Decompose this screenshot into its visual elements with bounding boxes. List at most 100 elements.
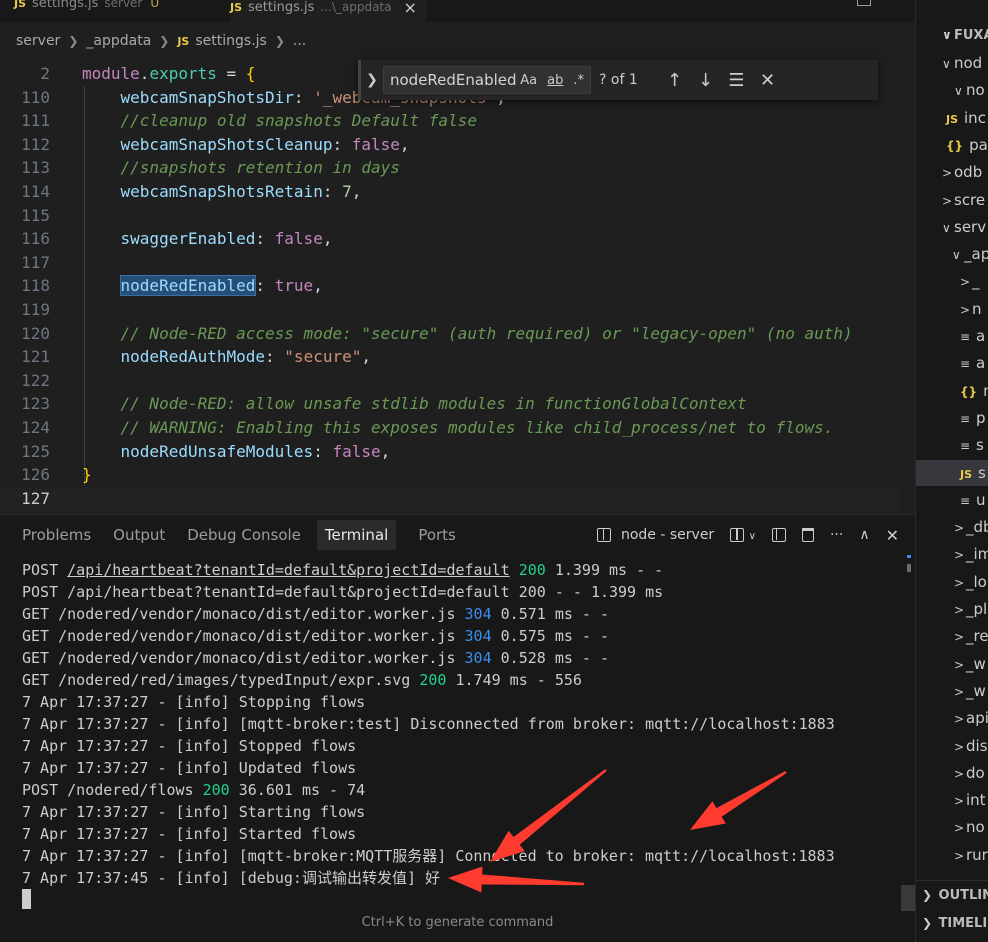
- explorer-item[interactable]: > no: [916, 814, 985, 840]
- code-line[interactable]: 119: [0, 298, 900, 322]
- explorer-item[interactable]: > do: [916, 760, 985, 786]
- code-line[interactable]: 111 //cleanup old snapshots Default fals…: [0, 109, 900, 133]
- match-case-icon[interactable]: Aa: [520, 73, 537, 88]
- find-in-selection-icon[interactable]: ☰: [721, 70, 752, 91]
- explorer-item[interactable]: > dis: [916, 733, 988, 759]
- terminal-text: 7 Apr 17:37:27 - [info] Stopping flows: [22, 693, 366, 711]
- terminal-text[interactable]: /api/heartbeat?tenantId=default&projectI…: [67, 561, 510, 579]
- arrow-down-icon[interactable]: ↓: [690, 70, 721, 91]
- split-editor-icon[interactable]: [857, 0, 871, 6]
- tab-settings-server[interactable]: JS settings.js server U: [14, 0, 159, 14]
- tab-settings-appdata[interactable]: JS settings.js ...\_appdata ×: [230, 0, 427, 22]
- explorer-item[interactable]: > n: [916, 296, 982, 322]
- explorer-item[interactable]: > _lo: [916, 569, 987, 595]
- explorer-item[interactable]: ∨ _ap: [916, 241, 988, 267]
- terminal-text: GET /nodered/red/images/typedInput/expr.…: [22, 671, 420, 689]
- divider: [916, 880, 988, 881]
- explorer-item[interactable]: > scre: [916, 187, 985, 213]
- explorer-item[interactable]: > rur: [916, 842, 988, 868]
- tab-debug-console[interactable]: Debug Console: [187, 515, 301, 555]
- outline-section[interactable]: ❯ OUTLIN: [922, 882, 988, 908]
- tab-terminal[interactable]: Terminal: [316, 520, 397, 550]
- terminal-selector[interactable]: node - server: [596, 527, 714, 543]
- code-line[interactable]: 127: [0, 486, 900, 511]
- explorer-header[interactable]: ∨FUXA-M: [916, 22, 988, 48]
- line-code: nodeRedAuthMode: "secure",: [82, 345, 371, 369]
- close-tab-icon[interactable]: ×: [403, 0, 416, 17]
- explorer-item[interactable]: > _w: [916, 651, 986, 677]
- chevron-right-icon: >: [954, 657, 965, 672]
- explorer-item[interactable]: ≡ s: [916, 432, 984, 458]
- code-token: :: [332, 134, 352, 154]
- terminal-output[interactable]: POST /api/heartbeat?tenantId=default&pro…: [0, 559, 900, 909]
- explorer-item[interactable]: > _pl: [916, 596, 987, 622]
- timeline-section[interactable]: ❯ TIMELI: [922, 910, 987, 936]
- find-input[interactable]: nodeRedEnabled Aa ab .*: [383, 66, 591, 94]
- terminal-scrollbar[interactable]: [901, 885, 915, 911]
- explorer-item[interactable]: ∨ serv: [916, 214, 986, 240]
- code-line[interactable]: 120 // Node-RED access mode: "secure" (a…: [0, 322, 900, 346]
- explorer-item-label: nod: [954, 54, 983, 72]
- explorer-item[interactable]: >_im: [916, 541, 988, 567]
- tab-ports[interactable]: Ports: [418, 515, 456, 555]
- toggle-layout-icon[interactable]: [771, 528, 786, 542]
- code-line[interactable]: 126}: [0, 463, 900, 487]
- code-line[interactable]: 117: [0, 251, 900, 275]
- breadcrumb-appdata[interactable]: _appdata: [86, 33, 151, 49]
- terminal-text: 36.601 ms - 74: [229, 781, 366, 799]
- code-line[interactable]: 113 //snapshots retention in days: [0, 156, 900, 180]
- explorer-item[interactable]: ∨ no: [916, 77, 985, 103]
- code-line[interactable]: 124 // WARNING: Enabling this exposes mo…: [0, 416, 900, 440]
- js-file-icon: JS: [230, 0, 243, 14]
- explorer-item[interactable]: ≡ p: [916, 405, 986, 431]
- code-line[interactable]: 118 nodeRedEnabled: true,: [0, 274, 900, 298]
- code-token: //snapshots retention in days: [120, 158, 400, 178]
- explorer-item[interactable]: {} m: [916, 378, 988, 404]
- code-line[interactable]: 122: [0, 369, 900, 393]
- explorer-item[interactable]: ≡ u: [916, 487, 986, 513]
- use-regex-icon[interactable]: .*: [573, 73, 584, 88]
- breadcrumb-server[interactable]: server: [16, 33, 60, 49]
- maximize-panel-icon[interactable]: ∧: [859, 527, 869, 543]
- code-editor[interactable]: 2 module.exports = {110 webcamSnapShotsDi…: [0, 58, 915, 512]
- untracked-badge: U: [150, 0, 160, 10]
- code-line[interactable]: 115: [0, 204, 900, 228]
- explorer-item[interactable]: JS inc: [916, 105, 986, 131]
- explorer-item[interactable]: ≡ a: [916, 323, 985, 349]
- terminal-line: POST /nodered/flows 200 36.601 ms - 74: [22, 779, 365, 801]
- trash-icon[interactable]: [801, 528, 814, 542]
- more-actions-icon[interactable]: ···: [830, 527, 843, 543]
- tab-problems[interactable]: Problems: [22, 515, 91, 555]
- close-icon[interactable]: ✕: [752, 70, 783, 91]
- json-file-icon: {}: [960, 384, 978, 399]
- explorer-item-label: _w: [966, 681, 986, 700]
- breadcrumb-symbol[interactable]: ...: [293, 33, 306, 49]
- explorer-item[interactable]: > _w: [916, 678, 986, 704]
- close-panel-icon[interactable]: ✕: [886, 526, 899, 545]
- match-whole-word-icon[interactable]: ab: [547, 73, 563, 88]
- code-line[interactable]: 125 nodeRedUnsafeModules: false,: [0, 440, 900, 464]
- code-token: "secure": [284, 347, 362, 367]
- breadcrumb-file[interactable]: settings.js: [195, 33, 266, 49]
- code-line[interactable]: 116 swaggerEnabled: false,: [0, 227, 900, 251]
- tab-output[interactable]: Output: [113, 515, 165, 555]
- code-line[interactable]: 121 nodeRedAuthMode: "secure",: [0, 345, 900, 369]
- arrow-up-icon[interactable]: ↑: [659, 70, 690, 91]
- explorer-item[interactable]: JS s: [916, 459, 988, 486]
- code-line[interactable]: 114 webcamSnapShotsRetain: 7,: [0, 180, 900, 204]
- explorer-item[interactable]: ∨ nod: [916, 50, 982, 76]
- explorer-item[interactable]: > _re: [916, 623, 988, 649]
- new-terminal-dropdown[interactable]: ∨: [730, 527, 756, 543]
- code-line[interactable]: 123 // Node-RED: allow unsafe stdlib mod…: [0, 392, 900, 416]
- code-line[interactable]: 112 webcamSnapShotsCleanup: false,: [0, 133, 900, 157]
- explorer-item[interactable]: > odb: [916, 159, 982, 185]
- explorer-item[interactable]: {} pac: [916, 132, 988, 158]
- explorer-item[interactable]: > int: [916, 787, 986, 813]
- explorer-item[interactable]: > api: [916, 705, 988, 731]
- explorer-item[interactable]: > _: [916, 268, 980, 294]
- toggle-replace-icon[interactable]: ❯: [361, 72, 383, 88]
- explorer-item[interactable]: >_db: [916, 514, 988, 540]
- explorer-item[interactable]: ≡ a: [916, 350, 985, 376]
